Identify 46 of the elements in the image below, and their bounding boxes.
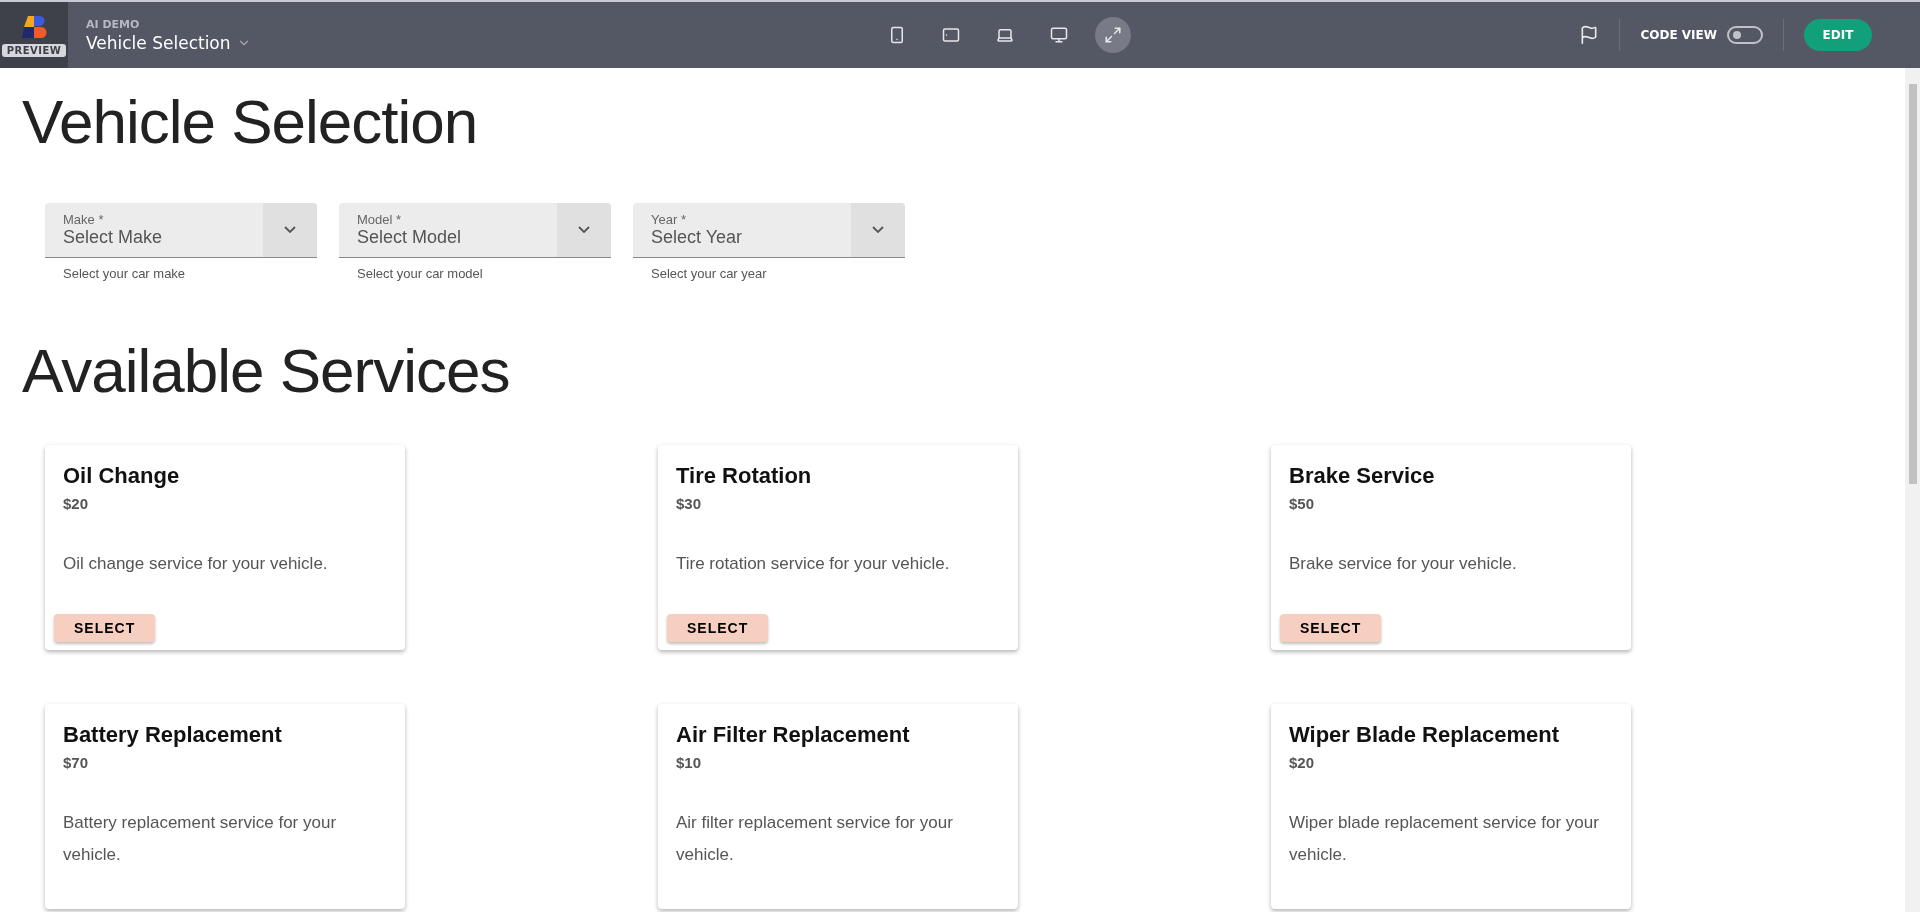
service-name: Air Filter Replacement: [676, 722, 911, 749]
chevron-down-icon: [872, 226, 884, 234]
chevron-down-icon: [578, 226, 590, 234]
code-view-toggle[interactable]: [1727, 26, 1763, 44]
service-name: Wiper Blade Replacement: [1289, 722, 1560, 749]
section-heading: Available Services: [22, 334, 511, 407]
service-description: Air filter replacement service for your vehicle.: [676, 812, 954, 867]
service-name: Brake Service: [1289, 463, 1436, 490]
chevron-down-icon: [284, 226, 296, 234]
page-heading: Vehicle Selection: [22, 86, 479, 158]
select-field[interactable]: Make * Select Make: [45, 202, 317, 258]
service-description: Wiper blade replacement service for your vehicle.: [1289, 812, 1600, 867]
project-name: AI DEMO: [86, 17, 141, 31]
service-description: Tire rotation service for your vehicle.: [676, 553, 951, 576]
select-button[interactable]: SELECT: [54, 614, 156, 643]
service-price: $20: [1289, 754, 1316, 772]
preview-badge: PREVIEW: [1, 43, 67, 57]
page-selector[interactable]: Vehicle Selection: [86, 32, 251, 53]
flag-button[interactable]: [1579, 25, 1600, 45]
service-price: $10: [676, 754, 703, 772]
laptop-icon: [996, 26, 1014, 44]
service-description: Brake service for your vehicle.: [1289, 553, 1518, 576]
service-price: $30: [676, 495, 703, 513]
expand-icon: [1104, 26, 1122, 44]
helper-text: Select your car model: [357, 265, 484, 281]
service-price: $20: [63, 495, 90, 513]
service-description: Battery replacement service for your vehicle.: [63, 812, 338, 867]
service-description: Oil change service for your vehicle.: [63, 553, 329, 576]
service-name: Battery Replacement: [63, 722, 283, 749]
service-price: $50: [1289, 495, 1316, 513]
select-button[interactable]: SELECT: [667, 614, 769, 643]
device-button[interactable]: [1095, 17, 1131, 53]
service-name: Oil Change: [63, 463, 181, 490]
helper-text: Select your car make: [63, 265, 187, 281]
logo-icon: [21, 13, 47, 40]
tablet-icon: [942, 26, 960, 44]
select-button[interactable]: SELECT: [1280, 614, 1382, 643]
service-name: Tire Rotation: [676, 463, 813, 490]
select-field[interactable]: Model * Select Model: [339, 202, 611, 258]
scrollbar[interactable]: [1905, 68, 1920, 912]
monitor-icon: [1050, 26, 1068, 44]
code-view-label: CODE VIEW: [1640, 28, 1717, 42]
select-field[interactable]: Year * Select Year: [633, 202, 905, 258]
phone-icon: [888, 26, 906, 44]
service-price: $70: [63, 754, 90, 772]
helper-text: Select your car year: [651, 265, 768, 281]
